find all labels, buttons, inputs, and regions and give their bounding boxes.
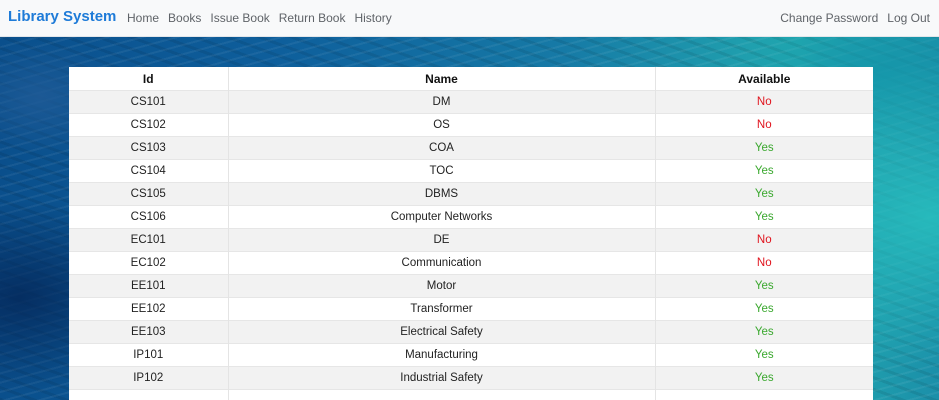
- cell-name: TOC: [227, 159, 655, 183]
- table-body: CS101 DM No CS102 OS No CS103 COA Yes CS104 TOC Yes…: [69, 90, 873, 400]
- cell-id: CS106: [69, 205, 228, 229]
- brand-logo[interactable]: Library System: [8, 8, 116, 25]
- cell-name: Motor: [227, 274, 655, 298]
- table-row: CS105 DBMS Yes: [69, 182, 873, 206]
- nav-return-book-link[interactable]: Return Book: [279, 11, 346, 25]
- cell-name: Communication: [227, 251, 655, 275]
- cell-available: [654, 389, 873, 400]
- books-table: Id Name Available CS101 DM No CS102 OS No CS10…: [69, 67, 873, 400]
- cell-available: Yes: [654, 320, 873, 344]
- cell-id: EE102: [69, 297, 228, 321]
- cell-id: CS101: [69, 90, 228, 114]
- cell-available: Yes: [654, 182, 873, 206]
- nav-history-link[interactable]: History: [354, 11, 391, 25]
- table-row: CS102 OS No: [69, 113, 873, 137]
- cell-id: IP102: [69, 366, 228, 390]
- table-row: CS106 Computer Networks Yes: [69, 205, 873, 229]
- cell-available: No: [654, 113, 873, 137]
- log-out-link[interactable]: Log Out: [887, 11, 930, 25]
- cell-id: EC102: [69, 251, 228, 275]
- change-password-link[interactable]: Change Password: [780, 11, 878, 25]
- nav-books-link[interactable]: Books: [168, 11, 201, 25]
- cell-name: [227, 389, 655, 400]
- cell-name: Transformer: [227, 297, 655, 321]
- table-row: EC102 Communication No: [69, 251, 873, 275]
- table-row: EE103 Electrical Safety Yes: [69, 320, 873, 344]
- table-header-row: Id Name Available: [69, 67, 873, 91]
- cell-available: Yes: [654, 274, 873, 298]
- cell-available: No: [654, 228, 873, 252]
- table-row: [69, 389, 873, 400]
- table-row: CS101 DM No: [69, 90, 873, 114]
- table-row: IP102 Industrial Safety Yes: [69, 366, 873, 390]
- column-header-available: Available: [654, 67, 873, 91]
- table-row: EE102 Transformer Yes: [69, 297, 873, 321]
- cell-available: Yes: [654, 297, 873, 321]
- cell-id: EE101: [69, 274, 228, 298]
- cell-name: COA: [227, 136, 655, 160]
- cell-available: Yes: [654, 366, 873, 390]
- table-row: CS104 TOC Yes: [69, 159, 873, 183]
- cell-name: Manufacturing: [227, 343, 655, 367]
- nav-issue-book-link[interactable]: Issue Book: [210, 11, 269, 25]
- cell-name: DE: [227, 228, 655, 252]
- cell-available: Yes: [654, 159, 873, 183]
- column-header-id: Id: [142, 71, 154, 86]
- navbar: Library System Home Books Issue Book Ret…: [0, 0, 939, 37]
- cell-id: EC101: [69, 228, 228, 252]
- nav-right-links: Change Password Log Out: [780, 11, 930, 25]
- cell-available: No: [654, 251, 873, 275]
- cell-name: Electrical Safety: [227, 320, 655, 344]
- cell-available: Yes: [654, 343, 873, 367]
- cell-id: [69, 389, 228, 400]
- table-row: IP101 Manufacturing Yes: [69, 343, 873, 367]
- cell-name: DM: [227, 90, 655, 114]
- cell-id: CS103: [69, 136, 228, 160]
- cell-name: OS: [227, 113, 655, 137]
- cell-available: Yes: [654, 136, 873, 160]
- table-row: CS103 COA Yes: [69, 136, 873, 160]
- cell-id: CS104: [69, 159, 228, 183]
- cell-name: Computer Networks: [227, 205, 655, 229]
- cell-id: IP101: [69, 343, 228, 367]
- books-table-card: Id Name Available CS101 DM No CS102 OS No CS10…: [69, 67, 873, 400]
- cell-id: EE103: [69, 320, 228, 344]
- nav-left-links: Home Books Issue Book Return Book Histor…: [127, 11, 392, 25]
- table-row: EC101 DE No: [69, 228, 873, 252]
- column-header-name: Name: [227, 67, 655, 91]
- cell-name: DBMS: [227, 182, 655, 206]
- cell-name: Industrial Safety: [227, 366, 655, 390]
- cell-available: No: [654, 90, 873, 114]
- table-row: EE101 Motor Yes: [69, 274, 873, 298]
- cell-available: Yes: [654, 205, 873, 229]
- cell-id: CS102: [69, 113, 228, 137]
- nav-home-link[interactable]: Home: [127, 11, 159, 25]
- cell-id: CS105: [69, 182, 228, 206]
